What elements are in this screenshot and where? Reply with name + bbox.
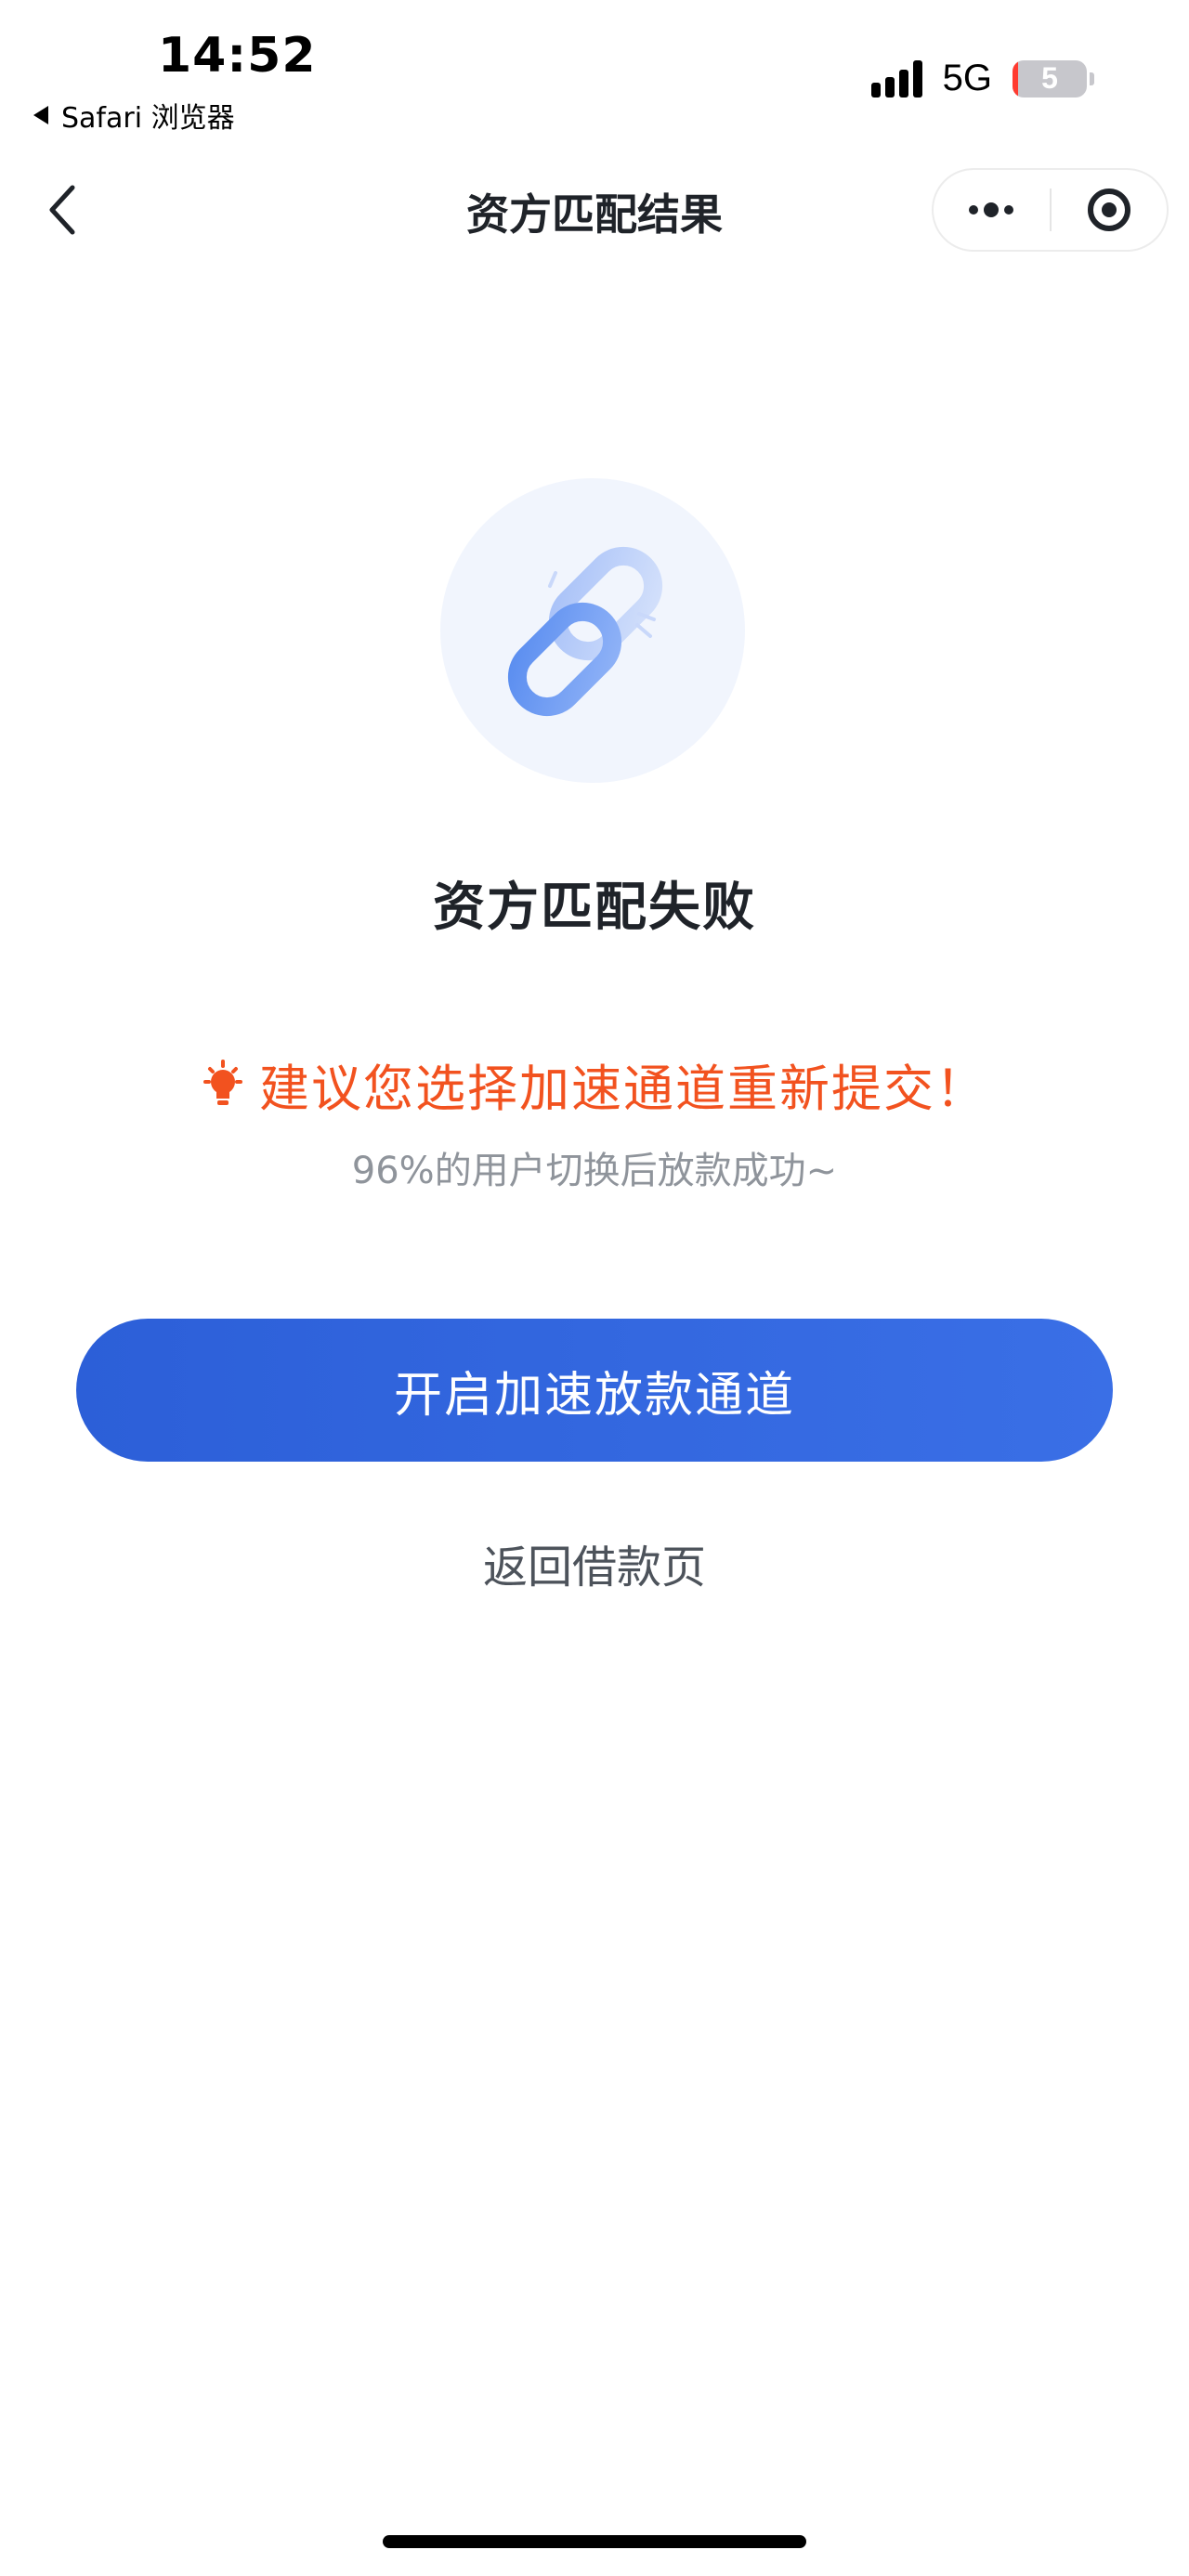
lightbulb-icon xyxy=(203,1059,242,1105)
return-to-loan-page-link[interactable]: 返回借款页 xyxy=(0,1530,1189,1595)
close-miniprogram-button[interactable] xyxy=(1052,170,1168,250)
back-to-app-link[interactable]: Safari 浏览器 xyxy=(33,95,235,136)
target-circle-icon xyxy=(1087,189,1130,231)
miniprogram-capsule xyxy=(932,168,1169,252)
battery-icon: 5 xyxy=(1013,59,1094,98)
more-button[interactable] xyxy=(934,170,1050,250)
back-triangle-icon xyxy=(33,106,48,124)
broken-chain-icon xyxy=(507,546,663,717)
enable-fast-channel-button[interactable]: 开启加速放款通道 xyxy=(76,1319,1113,1462)
suggestion-row: 建议您选择加速通道重新提交！ xyxy=(0,1047,1189,1121)
status-indicators: 5G 5 xyxy=(870,58,1094,99)
success-rate-note: 96%的用户切换后放款成功~ xyxy=(351,1150,838,1192)
battery-level-text: 5 xyxy=(1041,61,1058,95)
suggestion-text: 建议您选择加速通道重新提交！ xyxy=(259,1060,987,1118)
network-type: 5G xyxy=(942,58,992,98)
more-dots-icon xyxy=(969,202,1014,217)
result-title: 资方匹配失败 xyxy=(433,878,756,938)
illustration-circle xyxy=(440,478,745,783)
signal-icon xyxy=(870,59,922,98)
home-indicator[interactable] xyxy=(383,2535,806,2548)
back-to-app-label: Safari 浏览器 xyxy=(61,102,235,135)
status-time: 14:52 xyxy=(158,28,317,84)
